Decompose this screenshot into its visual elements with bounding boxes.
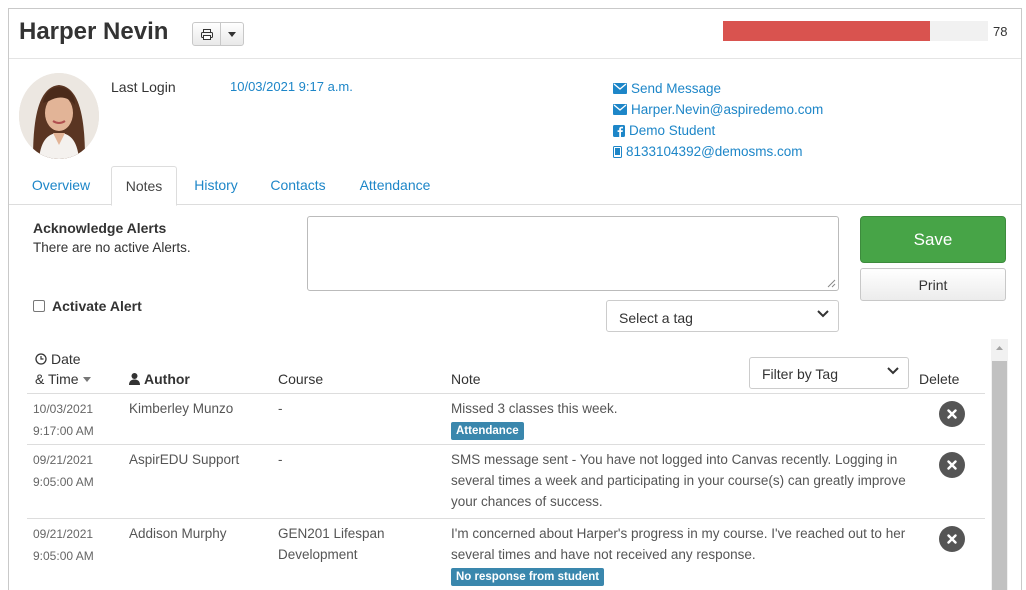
student-name: Harper Nevin	[19, 18, 169, 45]
note-content: I'm concerned about Harper's progress in…	[451, 523, 921, 586]
resize-grip-icon[interactable]	[827, 279, 836, 288]
close-icon	[947, 409, 957, 419]
note-date-day: 09/21/2021	[33, 453, 94, 467]
tab-contacts[interactable]: Contacts	[261, 166, 335, 205]
tag-select-value: Select a tag	[619, 310, 693, 326]
sms-address: 8133104392@demosms.com	[626, 144, 803, 159]
column-header-note: Note	[451, 371, 481, 387]
close-icon	[947, 460, 957, 470]
chevron-down-icon	[817, 310, 829, 318]
last-login-label: Last Login	[111, 79, 176, 95]
tab-overview[interactable]: Overview	[21, 166, 101, 205]
note-date: 09/21/2021 9:05:00 AM	[33, 523, 94, 567]
note-date-day: 10/03/2021	[33, 402, 94, 416]
filter-by-tag-value: Filter by Tag	[762, 366, 838, 382]
print-options-dropdown[interactable]	[221, 23, 243, 45]
scrollbar-thumb[interactable]	[992, 361, 1007, 590]
note-date-time: 9:05:00 AM	[33, 549, 94, 563]
contact-list: Send Message Harper.Nevin@aspiredemo.com…	[613, 78, 823, 162]
alerts-message: There are no active Alerts.	[33, 240, 191, 255]
tag-select[interactable]: Select a tag	[606, 300, 839, 332]
delete-note-button[interactable]	[939, 401, 965, 427]
acknowledge-alerts-title: Acknowledge Alerts	[33, 220, 167, 236]
note-date: 09/21/2021 9:05:00 AM	[33, 449, 94, 493]
facebook-link[interactable]: Demo Student	[613, 120, 823, 141]
activate-alert-label: Activate Alert	[52, 298, 142, 314]
note-date: 10/03/2021 9:17:00 AM	[33, 398, 94, 442]
table-row: 09/21/2021 9:05:00 AM AspirEDU Support -…	[27, 445, 985, 519]
user-icon	[129, 373, 140, 385]
author-header-label: Author	[144, 371, 190, 387]
last-login-value: 10/03/2021 9:17 a.m.	[230, 79, 353, 94]
print-button[interactable]	[193, 23, 221, 45]
note-content: SMS message sent - You have not logged i…	[451, 449, 921, 512]
column-header-author[interactable]: Author	[129, 371, 190, 387]
profile-tabs: Overview Notes History Contacts Attendan…	[9, 166, 1021, 206]
note-author: Kimberley Munzo	[129, 401, 234, 416]
save-button[interactable]: Save	[860, 216, 1006, 263]
facebook-icon	[613, 124, 625, 137]
date-header-line1: Date	[51, 351, 81, 367]
note-text: Missed 3 classes this week.	[451, 401, 618, 416]
facebook-name: Demo Student	[629, 123, 716, 138]
date-header-line2: & Time	[35, 371, 79, 387]
print-button-secondary[interactable]: Print	[860, 268, 1006, 301]
student-profile-panel: Harper Nevin 78 Last Login 10/03/2021 9:…	[8, 8, 1022, 590]
close-icon	[947, 534, 957, 544]
email-address: Harper.Nevin@aspiredemo.com	[631, 102, 824, 117]
note-date-time: 9:05:00 AM	[33, 475, 94, 489]
progress-bar-fill	[723, 21, 930, 41]
chevron-down-icon	[887, 367, 899, 375]
table-row: 10/03/2021 9:17:00 AM Kimberley Munzo - …	[27, 394, 985, 445]
table-scrollbar[interactable]	[991, 339, 1008, 590]
scroll-up-button[interactable]	[991, 339, 1008, 357]
progress-value: 78	[993, 24, 1008, 39]
envelope-icon	[613, 104, 627, 115]
activate-alert-option[interactable]: Activate Alert	[33, 298, 142, 314]
send-message-link[interactable]: Send Message	[613, 78, 823, 99]
clock-icon	[35, 353, 47, 365]
note-course: -	[278, 401, 283, 416]
print-button-group	[192, 22, 244, 46]
table-row: 09/21/2021 9:05:00 AM Addison Murphy GEN…	[27, 519, 985, 590]
note-content: Missed 3 classes this week. Attendance	[451, 398, 921, 440]
column-header-date[interactable]: Date & Time	[35, 349, 91, 389]
student-photo	[19, 73, 99, 159]
activate-alert-checkbox[interactable]	[33, 300, 45, 312]
profile-header: Harper Nevin 78	[9, 9, 1021, 59]
filter-by-tag-select[interactable]: Filter by Tag	[749, 357, 909, 389]
caret-down-icon	[228, 31, 236, 37]
arrow-up-icon	[996, 346, 1003, 350]
note-text: I'm concerned about Harper's progress in…	[451, 526, 906, 562]
note-tag-badge: Attendance	[451, 422, 524, 440]
envelope-icon	[613, 83, 627, 94]
send-message-label: Send Message	[631, 81, 722, 96]
note-date-time: 9:17:00 AM	[33, 424, 94, 438]
delete-note-button[interactable]	[939, 452, 965, 478]
note-author: Addison Murphy	[129, 526, 227, 541]
note-course: -	[278, 452, 283, 467]
tab-notes[interactable]: Notes	[111, 166, 177, 206]
note-textarea[interactable]	[307, 216, 839, 291]
tab-history[interactable]: History	[183, 166, 249, 205]
mobile-phone-icon	[613, 145, 622, 158]
note-tag-badge: No response from student	[451, 568, 605, 586]
delete-note-button[interactable]	[939, 526, 965, 552]
note-date-day: 09/21/2021	[33, 527, 94, 541]
progress-bar	[723, 21, 988, 41]
email-link[interactable]: Harper.Nevin@aspiredemo.com	[613, 99, 823, 120]
sms-link[interactable]: 8133104392@demosms.com	[613, 141, 823, 162]
column-header-course: Course	[278, 371, 324, 387]
sort-down-icon	[82, 376, 91, 382]
column-header-delete: Delete	[919, 371, 960, 387]
note-text: SMS message sent - You have not logged i…	[451, 452, 906, 509]
note-author: AspirEDU Support	[129, 452, 240, 467]
tab-attendance[interactable]: Attendance	[349, 166, 441, 205]
avatar	[19, 73, 99, 159]
note-course: GEN201 Lifespan Development	[278, 526, 385, 562]
printer-icon	[200, 28, 213, 40]
